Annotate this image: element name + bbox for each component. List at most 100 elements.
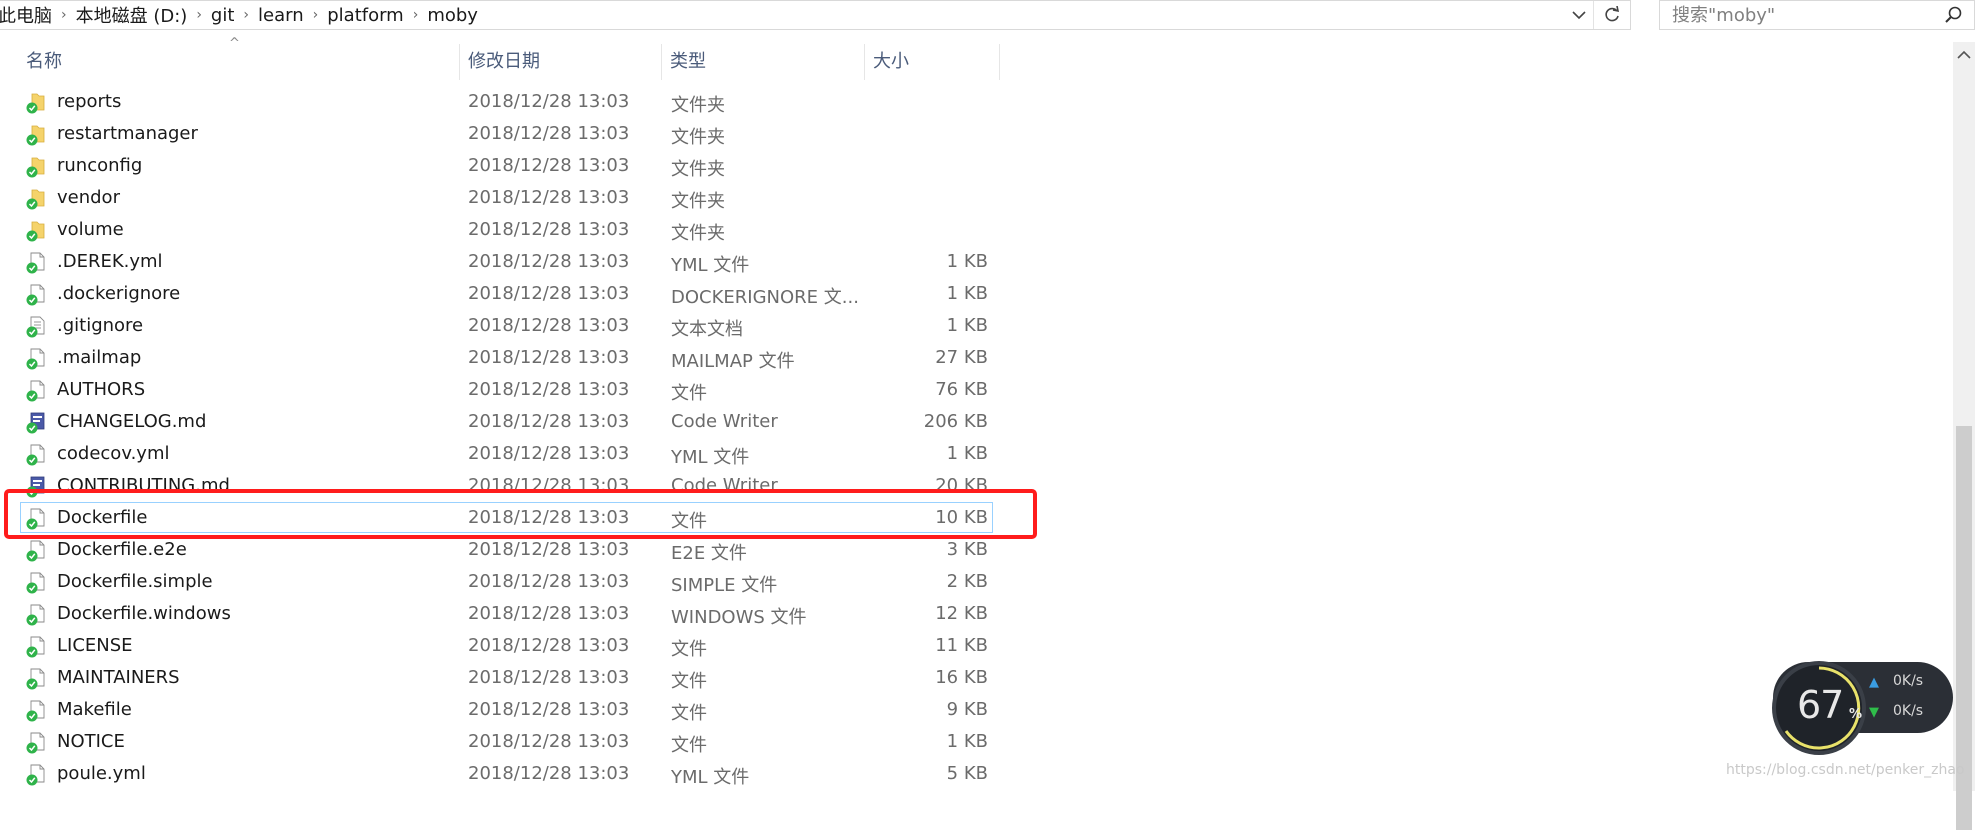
file-row[interactable]: AUTHORS 2018/12/28 13:03 文件 76 KB bbox=[0, 374, 1000, 406]
folder-icon bbox=[26, 220, 46, 242]
column-header-row: 名称 修改日期 类型 大小 bbox=[0, 44, 1000, 80]
file-modified-date: 2018/12/28 13:03 bbox=[468, 603, 630, 624]
file-size: 16 KB bbox=[935, 667, 988, 688]
file-icon bbox=[26, 284, 46, 306]
file-row[interactable]: Makefile 2018/12/28 13:03 文件 9 KB bbox=[0, 694, 1000, 726]
column-header-date[interactable]: 修改日期 bbox=[460, 44, 662, 80]
file-type: YML 文件 bbox=[671, 447, 750, 468]
chevron-down-icon bbox=[1572, 11, 1586, 20]
memory-percent: 67 bbox=[1797, 683, 1844, 727]
file-size: 1 KB bbox=[946, 251, 988, 272]
file-name[interactable]: .DEREK.yml bbox=[57, 251, 163, 272]
search-input[interactable] bbox=[1670, 3, 1934, 27]
file-row[interactable]: CHANGELOG.md 2018/12/28 13:03 Code Writer 2… bbox=[0, 406, 1000, 438]
file-modified-date: 2018/12/28 13:03 bbox=[468, 347, 630, 368]
file-name[interactable]: LICENSE bbox=[57, 635, 133, 656]
breadcrumb-learn[interactable]: learn bbox=[252, 5, 310, 26]
file-icon bbox=[26, 636, 46, 658]
file-row[interactable]: .gitignore 2018/12/28 13:03 文本文档 1 KB bbox=[0, 310, 1000, 342]
file-icon bbox=[26, 444, 46, 466]
file-type: YML 文件 bbox=[671, 767, 750, 788]
file-row[interactable]: MAINTAINERS 2018/12/28 13:03 文件 16 KB bbox=[0, 662, 1000, 694]
breadcrumb-separator-icon[interactable]: › bbox=[240, 7, 252, 23]
file-size: 1 KB bbox=[946, 443, 988, 464]
file-row[interactable]: NOTICE 2018/12/28 13:03 文件 1 KB bbox=[0, 726, 1000, 758]
breadcrumb-this-pc[interactable]: 此电脑 bbox=[0, 2, 58, 28]
breadcrumb-separator-icon[interactable]: › bbox=[310, 7, 322, 23]
file-row[interactable]: vendor 2018/12/28 13:03 文件夹 bbox=[0, 182, 1000, 214]
file-row[interactable]: LICENSE 2018/12/28 13:03 文件 11 KB bbox=[0, 630, 1000, 662]
breadcrumb-separator-icon[interactable]: › bbox=[410, 7, 422, 23]
file-row[interactable]: reports 2018/12/28 13:03 文件夹 bbox=[0, 86, 1000, 118]
search-icon[interactable] bbox=[1944, 5, 1964, 29]
refresh-button[interactable] bbox=[1593, 1, 1630, 29]
file-name[interactable]: Dockerfile.e2e bbox=[57, 539, 187, 560]
file-name[interactable]: Makefile bbox=[57, 699, 132, 720]
file-type: 文件 bbox=[671, 671, 707, 692]
file-name[interactable]: Dockerfile.windows bbox=[57, 603, 231, 624]
breadcrumb-separator-icon[interactable]: › bbox=[58, 7, 70, 23]
file-icon bbox=[26, 764, 46, 786]
file-name[interactable]: volume bbox=[57, 219, 124, 240]
file-icon bbox=[26, 572, 46, 594]
file-modified-date: 2018/12/28 13:03 bbox=[468, 571, 630, 592]
file-modified-date: 2018/12/28 13:03 bbox=[468, 315, 630, 336]
breadcrumb-platform[interactable]: platform bbox=[321, 5, 409, 26]
file-type: 文件夹 bbox=[671, 223, 725, 244]
breadcrumb-moby[interactable]: moby bbox=[421, 5, 484, 26]
file-row[interactable]: codecov.yml 2018/12/28 13:03 YML 文件 1 KB bbox=[0, 438, 1000, 470]
file-name[interactable]: .gitignore bbox=[57, 315, 143, 336]
file-name[interactable]: Dockerfile.simple bbox=[57, 571, 213, 592]
file-name[interactable]: .dockerignore bbox=[57, 283, 180, 304]
search-box[interactable] bbox=[1659, 0, 1975, 30]
file-modified-date: 2018/12/28 13:03 bbox=[468, 635, 630, 656]
file-name[interactable]: restartmanager bbox=[57, 123, 198, 144]
file-row[interactable]: volume 2018/12/28 13:03 文件夹 bbox=[0, 214, 1000, 246]
file-type: 文件夹 bbox=[671, 95, 725, 116]
file-row[interactable]: runconfig 2018/12/28 13:03 文件夹 bbox=[0, 150, 1000, 182]
file-size: 5 KB bbox=[946, 763, 988, 784]
column-header-size[interactable]: 大小 bbox=[865, 44, 1000, 80]
file-name[interactable]: .mailmap bbox=[57, 347, 141, 368]
file-row[interactable]: Dockerfile.windows 2018/12/28 13:03 WINDOW… bbox=[0, 598, 1000, 630]
file-modified-date: 2018/12/28 13:03 bbox=[468, 187, 630, 208]
file-size: 76 KB bbox=[935, 379, 988, 400]
breadcrumb-git[interactable]: git bbox=[205, 5, 240, 26]
file-row[interactable]: Dockerfile.simple 2018/12/28 13:03 SIMPLE … bbox=[0, 566, 1000, 598]
file-type: 文件夹 bbox=[671, 159, 725, 180]
file-type: YML 文件 bbox=[671, 255, 750, 276]
file-name[interactable]: poule.yml bbox=[57, 763, 146, 784]
file-modified-date: 2018/12/28 13:03 bbox=[468, 667, 630, 688]
file-type: E2E 文件 bbox=[671, 543, 747, 564]
file-icon bbox=[26, 700, 46, 722]
network-speed-widget[interactable]: 67 % ▲ 0K/s ▼ 0K/s bbox=[1772, 661, 1953, 762]
file-name[interactable]: runconfig bbox=[57, 155, 142, 176]
file-name[interactable]: codecov.yml bbox=[57, 443, 169, 464]
file-row[interactable]: .DEREK.yml 2018/12/28 13:03 YML 文件 1 KB bbox=[0, 246, 1000, 278]
file-type: MAILMAP 文件 bbox=[671, 351, 795, 372]
breadcrumb-drive-d[interactable]: 本地磁盘 (D:) bbox=[70, 2, 194, 28]
watermark: https://blog.csdn.net/penker_zhao bbox=[1726, 762, 1965, 778]
download-arrow-icon: ▼ bbox=[1869, 705, 1879, 720]
file-modified-date: 2018/12/28 13:03 bbox=[468, 219, 630, 240]
scroll-up-button[interactable] bbox=[1953, 44, 1975, 66]
file-row[interactable]: .mailmap 2018/12/28 13:03 MAILMAP 文件 27 KB bbox=[0, 342, 1000, 374]
file-name[interactable]: CHANGELOG.md bbox=[57, 411, 206, 432]
file-name[interactable]: vendor bbox=[57, 187, 120, 208]
file-name[interactable]: reports bbox=[57, 91, 121, 112]
address-bar[interactable]: 此电脑 › 本地磁盘 (D:) › git › learn › platform… bbox=[0, 0, 1631, 30]
file-name[interactable]: NOTICE bbox=[57, 731, 125, 752]
file-row[interactable]: poule.yml 2018/12/28 13:03 YML 文件 5 KB bbox=[0, 758, 1000, 790]
vertical-scrollbar[interactable] bbox=[1953, 42, 1975, 830]
file-row[interactable]: .dockerignore 2018/12/28 13:03 DOCKERIGNOR… bbox=[0, 278, 1000, 310]
file-size: 1 KB bbox=[946, 731, 988, 752]
file-modified-date: 2018/12/28 13:03 bbox=[468, 155, 630, 176]
file-type: SIMPLE 文件 bbox=[671, 575, 778, 596]
address-dropdown-button[interactable] bbox=[1566, 1, 1592, 29]
breadcrumb-separator-icon[interactable]: › bbox=[193, 7, 205, 23]
file-row[interactable]: restartmanager 2018/12/28 13:03 文件夹 bbox=[0, 118, 1000, 150]
file-type: WINDOWS 文件 bbox=[671, 607, 807, 628]
column-header-type[interactable]: 类型 bbox=[662, 44, 865, 80]
file-name[interactable]: AUTHORS bbox=[57, 379, 145, 400]
file-name[interactable]: MAINTAINERS bbox=[57, 667, 180, 688]
